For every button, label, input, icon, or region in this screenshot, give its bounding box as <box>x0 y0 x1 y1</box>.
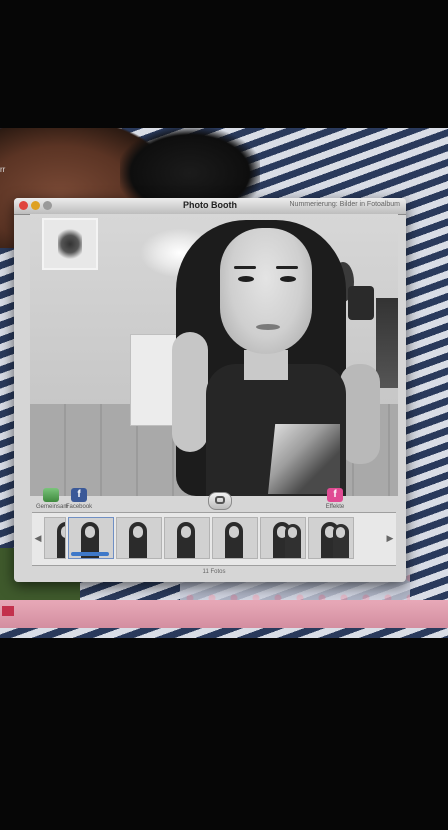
thumbnail-face <box>229 526 239 538</box>
thumbnail-face <box>61 526 65 538</box>
preview-person-arm-right <box>340 364 380 464</box>
thumbnail-face <box>336 527 345 538</box>
thumbnail-face <box>133 526 143 538</box>
preview-person-face <box>220 228 312 354</box>
share-button[interactable]: Gemeinsam <box>36 488 69 514</box>
desktop-edge-label: rr <box>0 165 6 174</box>
facebook-button[interactable]: f Facebook <box>64 488 94 514</box>
selection-indicator <box>71 552 109 556</box>
camera-icon <box>215 496 225 504</box>
preview-person-arm <box>172 332 208 452</box>
thumbnail-face <box>85 526 95 538</box>
facebook-icon: f <box>71 488 87 502</box>
window-subtitle: Nummerierung: Bilder in Fotoalbum <box>289 201 401 208</box>
effects-label: Effekte <box>325 504 345 510</box>
filmstrip-footer: 11 Fotos <box>202 569 226 575</box>
preview-eye-left <box>238 276 254 282</box>
preview-bag <box>348 286 374 320</box>
effects-button[interactable]: f Effekte <box>320 488 350 514</box>
window-titlebar[interactable]: Photo Booth Nummerierung: Bilder in Foto… <box>14 198 406 215</box>
preview-eyebrow-left <box>234 266 256 269</box>
preview-eye-right <box>280 276 296 282</box>
camera-preview <box>30 214 398 496</box>
filmstrip-thumbnail[interactable] <box>212 517 258 559</box>
toolbar: Gemeinsam f Facebook f Effekte <box>30 488 398 514</box>
preview-person-neck <box>244 350 288 380</box>
filmstrip-thumbnail[interactable] <box>164 517 210 559</box>
scroll-left-icon[interactable]: ◀ <box>34 531 42 545</box>
preview-shirt-print <box>268 424 340 494</box>
effects-icon: f <box>327 488 343 502</box>
photo-booth-window: Photo Booth Nummerierung: Bilder in Foto… <box>14 198 406 582</box>
scroll-right-icon[interactable]: ▶ <box>386 531 394 545</box>
thumbnail-face <box>288 527 297 538</box>
taskbar <box>0 600 448 628</box>
preview-eyebrow-right <box>276 266 298 269</box>
share-label: Gemeinsam <box>36 504 69 510</box>
preview-lips <box>256 324 280 330</box>
filmstrip-thumbnail[interactable] <box>44 517 66 559</box>
filmstrip: ◀ ▶ 11 Fotos <box>32 512 396 575</box>
share-icon <box>43 488 59 502</box>
thumbnail-face <box>181 526 191 538</box>
preview-plant <box>58 226 82 262</box>
take-photo-button[interactable] <box>208 492 232 510</box>
filmstrip-thumbnail[interactable] <box>116 517 162 559</box>
filmstrip-thumbnail[interactable] <box>68 517 114 559</box>
preview-potted-plant <box>376 298 398 388</box>
filmstrip-thumbnail[interactable] <box>260 517 306 559</box>
taskbar-icon[interactable] <box>2 606 14 616</box>
filmstrip-thumbnail[interactable] <box>308 517 354 559</box>
facebook-label: Facebook <box>65 504 93 510</box>
